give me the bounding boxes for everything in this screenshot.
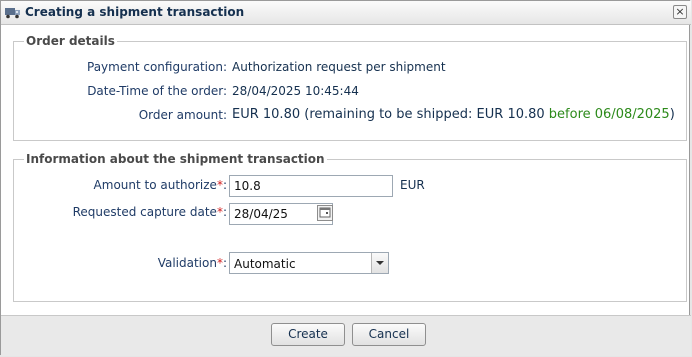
order-amount-text: EUR 10.80 (remaining to be shipped: EUR … bbox=[232, 107, 545, 122]
create-button[interactable]: Create bbox=[271, 323, 345, 346]
payment-configuration-label: Payment configuration: bbox=[87, 60, 227, 74]
calendar-icon bbox=[319, 207, 331, 218]
capture-date-label: Requested capture date*: bbox=[73, 205, 227, 219]
order-deadline: before 06/08/2025 bbox=[548, 107, 670, 122]
dialog-content: Order details Payment configuration: Aut… bbox=[5, 27, 687, 315]
currency-label: EUR bbox=[400, 178, 425, 192]
cancel-button[interactable]: Cancel bbox=[352, 323, 426, 346]
payment-configuration-value: Authorization request per shipment bbox=[232, 60, 446, 74]
close-icon: × bbox=[675, 5, 685, 18]
close-button[interactable]: × bbox=[673, 5, 687, 19]
amount-to-authorize-label: Amount to authorize*: bbox=[94, 178, 227, 192]
order-datetime-label: Date-Time of the order: bbox=[87, 84, 227, 98]
truck-icon bbox=[5, 7, 21, 19]
amount-to-authorize-colon: : bbox=[222, 178, 227, 192]
dialog-footer: Create Cancel bbox=[1, 315, 691, 356]
order-datetime-value: 28/04/2025 10:45:44 bbox=[232, 84, 359, 98]
shipment-info-legend: Information about the shipment transacti… bbox=[26, 152, 325, 166]
capture-date-colon: : bbox=[222, 205, 227, 219]
validation-selected-value: Automatic bbox=[234, 257, 296, 271]
amount-to-authorize-text: Amount to authorize bbox=[93, 178, 217, 192]
calendar-button[interactable] bbox=[317, 205, 333, 221]
validation-select[interactable]: Automatic bbox=[229, 252, 389, 274]
dialog-titlebar[interactable]: Creating a shipment transaction × bbox=[1, 1, 691, 25]
dropdown-toggle[interactable] bbox=[371, 253, 388, 273]
validation-label: Validation*: bbox=[158, 256, 227, 270]
chevron-down-icon bbox=[376, 261, 384, 265]
validation-colon: : bbox=[222, 256, 227, 270]
shipment-dialog: Creating a shipment transaction × Order … bbox=[0, 0, 691, 356]
order-details-legend: Order details bbox=[26, 34, 115, 48]
dialog-title: Creating a shipment transaction bbox=[25, 5, 245, 19]
order-amount-label: Order amount: bbox=[138, 108, 227, 122]
capture-date-text: Requested capture date bbox=[72, 205, 217, 219]
amount-to-authorize-input[interactable] bbox=[229, 175, 393, 197]
validation-text: Validation bbox=[157, 256, 217, 270]
order-amount-close: ) bbox=[669, 107, 675, 122]
order-amount-value: EUR 10.80 (remaining to be shipped: EUR … bbox=[232, 107, 675, 122]
